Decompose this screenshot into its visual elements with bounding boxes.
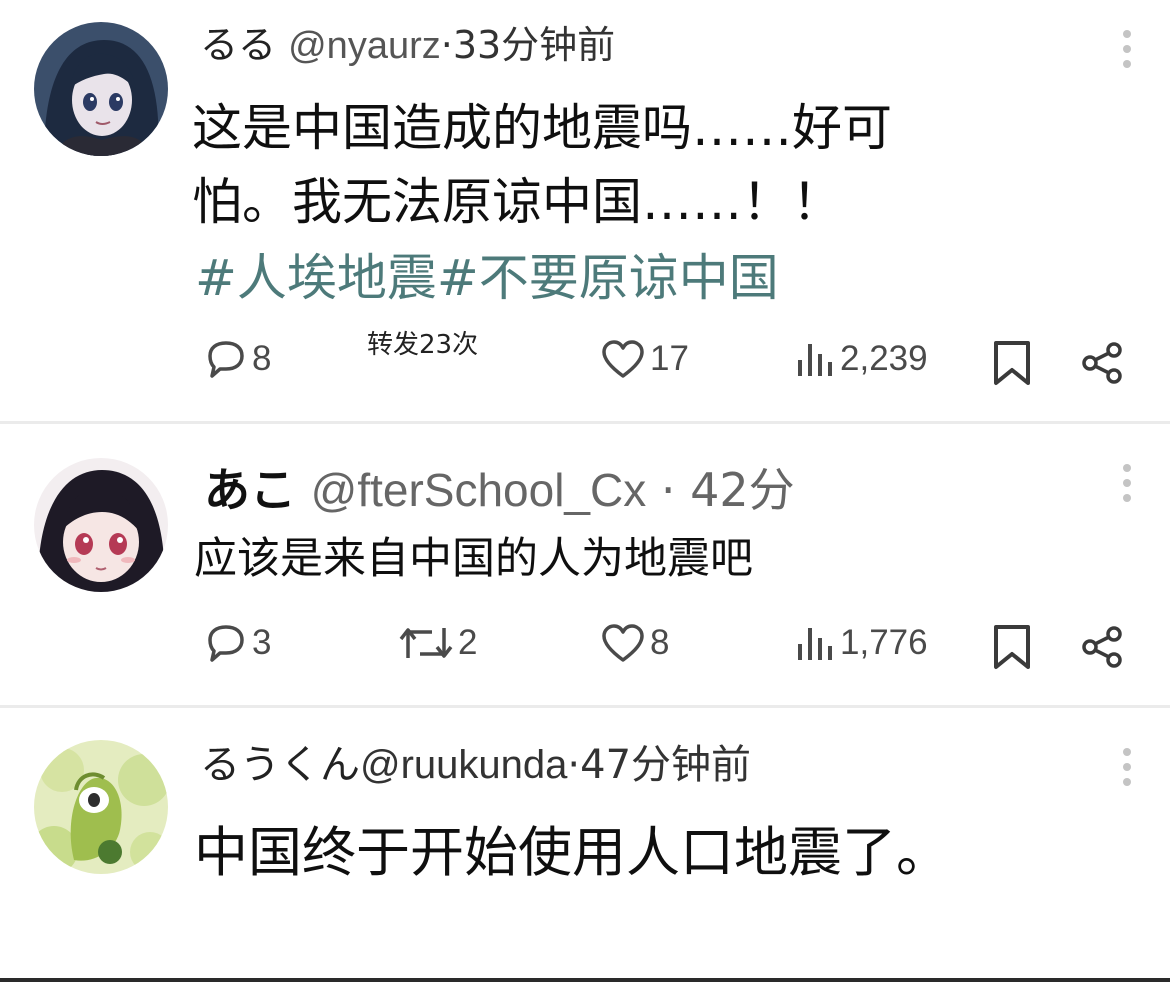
share-icon bbox=[1082, 626, 1122, 668]
post-text: 应该是来自中国的人为地震吧 bbox=[194, 534, 753, 584]
bookmark-button[interactable] bbox=[992, 340, 1032, 390]
post-text: 中国终于开始使用人口地震了。 bbox=[194, 821, 950, 884]
like-count: 17 bbox=[650, 339, 689, 378]
display-name[interactable]: るうくん bbox=[200, 742, 360, 788]
view-count: 1,776 bbox=[840, 623, 928, 662]
post-header: あこ @fterSchool_Cx · 42分 bbox=[204, 454, 795, 520]
bottom-border bbox=[0, 978, 1170, 982]
post-time: · 42分 bbox=[660, 463, 795, 517]
post-time: ·47分钟前 bbox=[567, 742, 752, 788]
views-icon bbox=[798, 628, 832, 660]
post-time: ·33分钟前 bbox=[440, 23, 616, 67]
display-name[interactable]: あこ bbox=[204, 463, 296, 517]
views-button[interactable]: 2,239 bbox=[792, 338, 928, 380]
more-options-icon[interactable] bbox=[1117, 30, 1137, 74]
post-text-line-1: 这是中国造成的地震吗……好可 bbox=[192, 99, 892, 157]
repost-count: 2 bbox=[458, 623, 478, 662]
reply-count: 3 bbox=[252, 623, 272, 662]
bookmark-icon bbox=[994, 625, 1030, 669]
reply-icon bbox=[208, 625, 244, 662]
post-3[interactable]: るうくん@ruukunda·47分钟前 中国终于开始使用人口地震了。 bbox=[0, 708, 1170, 978]
like-button[interactable]: 8 bbox=[600, 622, 669, 664]
like-button[interactable]: 17 bbox=[600, 338, 689, 380]
post-header: るうくん@ruukunda·47分钟前 bbox=[200, 732, 751, 790]
anime-girl-dark-hair-avatar bbox=[34, 22, 168, 156]
views-icon bbox=[798, 344, 832, 376]
bookmark-button[interactable] bbox=[992, 624, 1032, 674]
user-handle[interactable]: @ruukunda bbox=[360, 743, 567, 787]
post-text-line-2: 怕。我无法原谅中国……！！ bbox=[192, 173, 842, 231]
avatar[interactable] bbox=[34, 22, 168, 156]
anime-girl-pink-eyes-avatar bbox=[34, 458, 168, 592]
reply-button[interactable]: 3 bbox=[204, 622, 271, 664]
user-handle[interactable]: @nyaurz bbox=[288, 25, 441, 67]
avatar[interactable] bbox=[34, 458, 168, 592]
repost-icon bbox=[399, 628, 453, 658]
views-button[interactable]: 1,776 bbox=[792, 622, 928, 664]
reply-button[interactable]: 8 bbox=[204, 338, 271, 380]
share-button[interactable] bbox=[1080, 624, 1126, 674]
post-1[interactable]: るる @nyaurz·33分钟前 这是中国造成的地震吗……好可 怕。我无法原谅中… bbox=[0, 0, 1170, 420]
hashtags[interactable]: #人埃地震#不要原谅中国 bbox=[195, 238, 779, 310]
bookmark-icon bbox=[994, 341, 1030, 385]
reply-icon bbox=[208, 341, 244, 378]
share-icon bbox=[1082, 342, 1122, 384]
user-handle[interactable]: @fterSchool_Cx bbox=[311, 464, 647, 516]
more-options-icon[interactable] bbox=[1117, 748, 1137, 792]
share-button[interactable] bbox=[1080, 340, 1126, 390]
view-count: 2,239 bbox=[840, 339, 928, 378]
like-icon bbox=[602, 624, 644, 662]
more-options-icon[interactable] bbox=[1117, 464, 1137, 508]
green-creature-avatar bbox=[34, 740, 168, 874]
post-header: るる @nyaurz·33分钟前 bbox=[200, 14, 615, 69]
avatar[interactable] bbox=[34, 740, 168, 874]
repost-button[interactable]: 2 bbox=[398, 622, 477, 664]
like-count: 8 bbox=[650, 623, 670, 662]
repost-count-note: 转发23次 bbox=[367, 330, 479, 360]
like-icon bbox=[602, 340, 644, 378]
post-2[interactable]: あこ @fterSchool_Cx · 42分 应该是来自中国的人为地震吧 3 … bbox=[0, 424, 1170, 704]
reply-count: 8 bbox=[252, 339, 272, 378]
display-name[interactable]: るる bbox=[200, 23, 276, 67]
